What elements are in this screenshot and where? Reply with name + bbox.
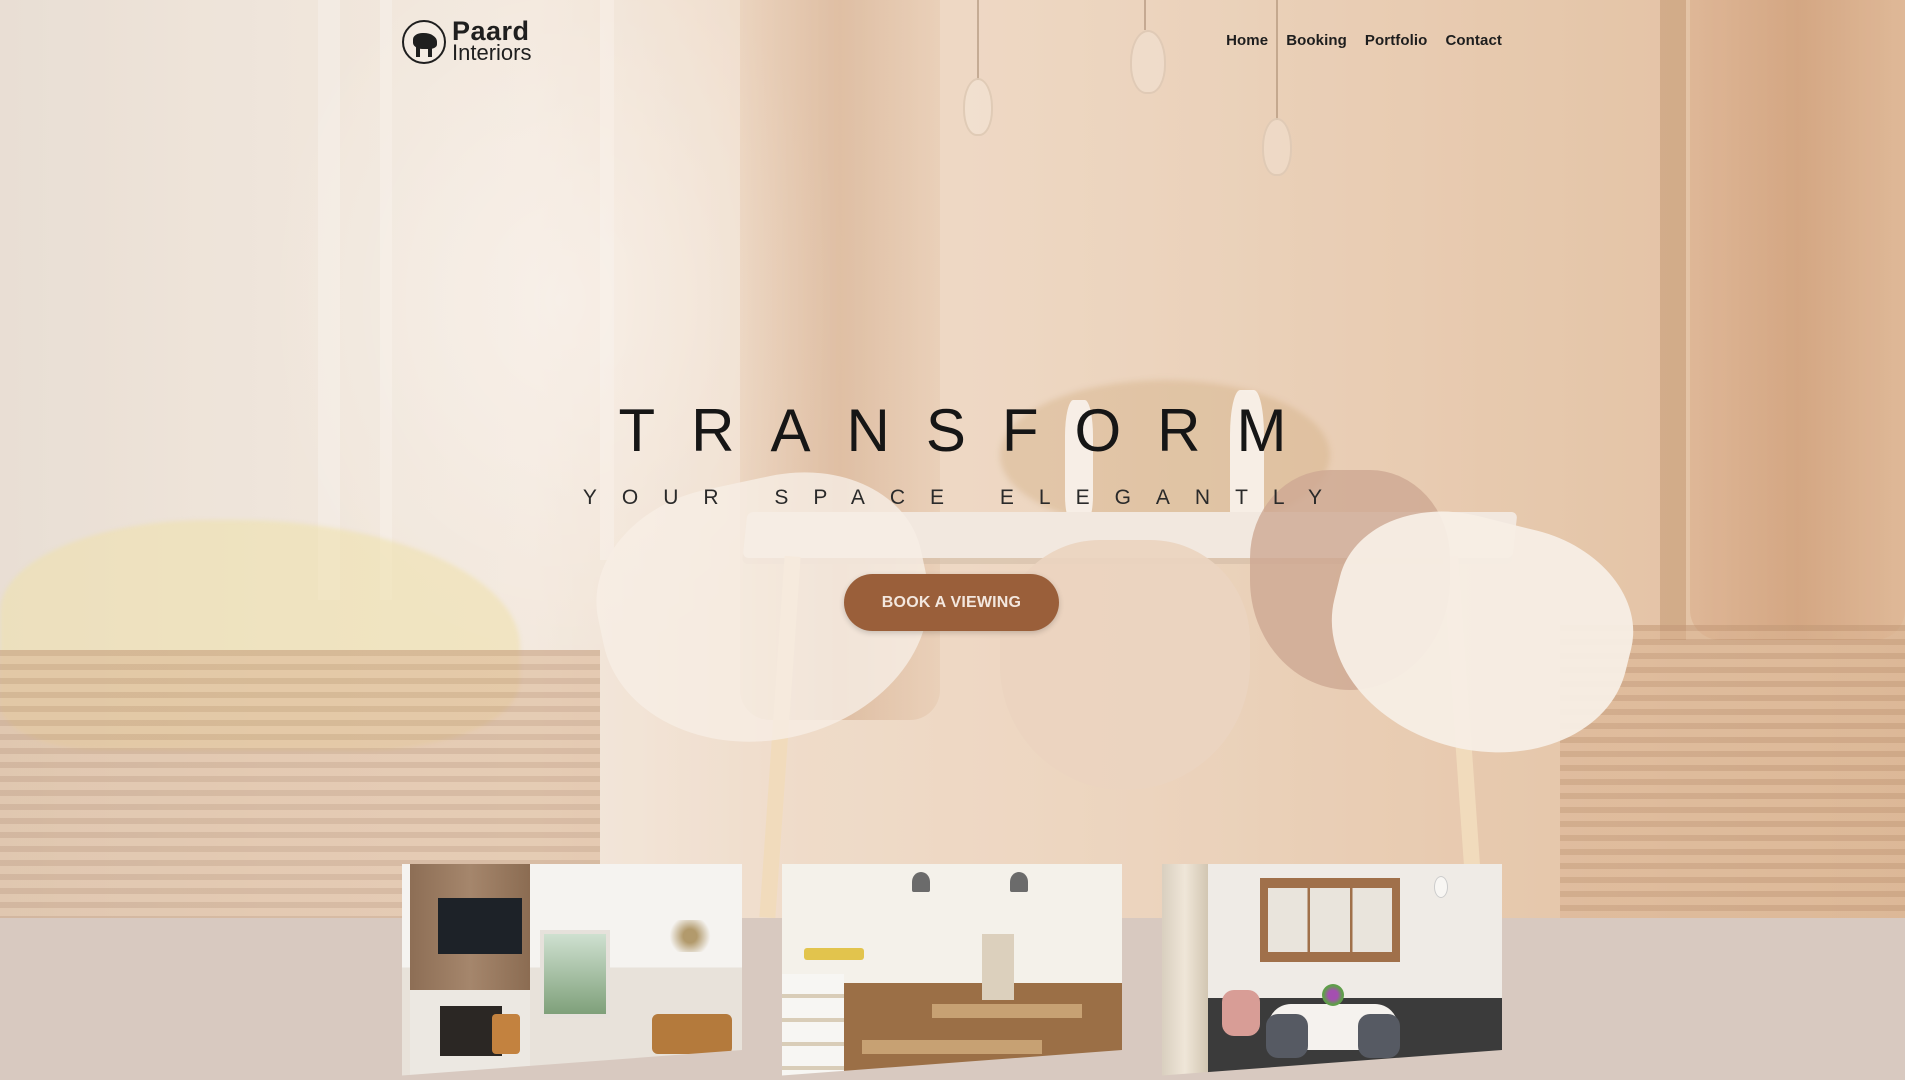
nav-portfolio[interactable]: Portfolio [1365, 32, 1428, 49]
main-nav: Home Booking Portfolio Contact [1226, 32, 1502, 49]
pendant-lamp-icon [912, 872, 930, 892]
portfolio-row [402, 864, 1502, 1080]
hero-title: TRANSFORM [618, 397, 1323, 464]
portfolio-card-cowork[interactable] [782, 864, 1122, 1080]
leather-sofa [652, 1014, 732, 1054]
site-logo[interactable]: Paard Interiors [402, 16, 532, 65]
wall-art [660, 920, 720, 952]
book-viewing-button[interactable]: BOOK A VIEWING [844, 574, 1059, 631]
window [1260, 878, 1400, 962]
pendant-lamp-icon [1010, 872, 1028, 892]
dining-room-image [1162, 864, 1502, 1080]
hero-subtitle: YOUR SPACE ELEGANTLY [582, 486, 1348, 509]
pink-chair [1222, 990, 1260, 1036]
cowork-image [782, 864, 1122, 1080]
curtain [1162, 864, 1208, 1080]
grey-chair [1358, 1014, 1400, 1058]
doorway [982, 934, 1014, 1000]
portfolio-card-living-room[interactable] [402, 864, 742, 1080]
horse-logo-icon [402, 20, 446, 64]
work-table [862, 1040, 1042, 1054]
bookshelf [782, 974, 844, 1080]
flower-vase [1322, 984, 1344, 1006]
leather-chair [492, 1014, 520, 1054]
wall-sign [804, 948, 864, 960]
brand-sub: Interiors [452, 40, 532, 65]
hero-section: Paard Interiors Home Booking Portfolio C… [0, 0, 1905, 918]
logo-wordmark: Paard Interiors [452, 16, 532, 65]
brand-name: Paard [452, 16, 530, 46]
portfolio-card-dining[interactable] [1162, 864, 1502, 1080]
nav-contact[interactable]: Contact [1445, 32, 1502, 49]
work-table [932, 1004, 1082, 1018]
grey-chair [1266, 1014, 1308, 1058]
wall-clock-icon [1434, 876, 1448, 898]
glass-door [540, 930, 610, 1018]
nav-home[interactable]: Home [1226, 32, 1268, 49]
tv [438, 898, 522, 954]
nav-booking[interactable]: Booking [1286, 32, 1347, 49]
living-room-image [402, 864, 742, 1080]
